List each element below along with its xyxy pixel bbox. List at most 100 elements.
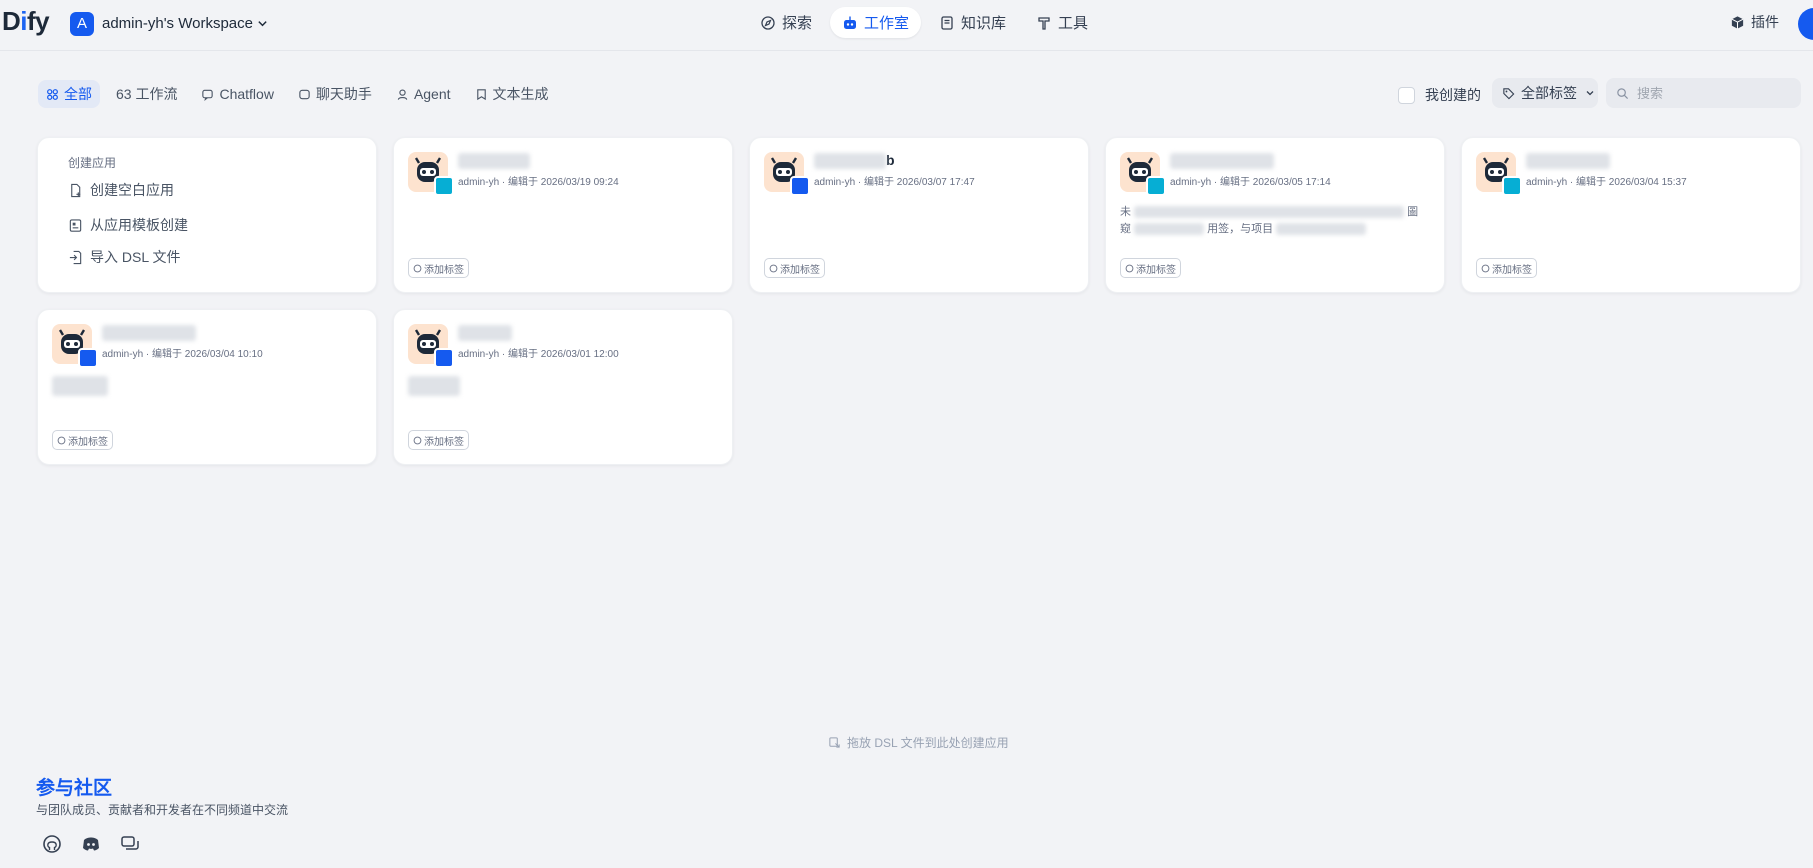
filter-tab-label: 全部 (64, 86, 92, 102)
filter-tab-chatbot[interactable]: 聊天助手 (290, 80, 380, 108)
github-icon[interactable] (42, 834, 62, 854)
nav-tab-label: 工作室 (864, 15, 910, 32)
plugin-button[interactable]: 插件 (1730, 12, 1779, 32)
create-from-template-button[interactable]: 从应用模板创建 (68, 215, 188, 235)
add-tag-button[interactable]: 添加标签 (52, 430, 113, 450)
nav-tab-tools[interactable]: 工具 (1024, 7, 1100, 38)
add-tag-button[interactable]: 添加标签 (1476, 258, 1537, 278)
filter-tab-completion[interactable]: 文本生成 (467, 80, 557, 108)
filter-tab-chatflow[interactable]: Chatflow (193, 80, 281, 108)
tag-icon (413, 264, 422, 272)
nav-tab-explore[interactable]: 探索 (748, 7, 824, 38)
app-meta: admin-yh · 编辑于 2026/03/19 09:24 (458, 177, 619, 188)
tag-icon (413, 436, 422, 444)
tag-icon (1503, 87, 1515, 99)
create-app-card: 创建应用 创建空白应用 从应用模板创建 导入 DSL 文件 (37, 137, 377, 293)
filter-tab-label: 文本生成 (492, 86, 549, 102)
app-name (458, 152, 530, 172)
import-dsl-button[interactable]: 导入 DSL 文件 (68, 247, 181, 267)
community-title: 参与社区 (36, 778, 113, 799)
tag-icon (1481, 264, 1490, 272)
cube-icon (1731, 15, 1744, 29)
file-drop-icon (829, 737, 840, 748)
search-input[interactable] (1635, 84, 1789, 102)
search-box[interactable] (1606, 78, 1801, 108)
dsl-drop-hint: 拖放 DSL 文件到此处创建应用 (828, 734, 1009, 751)
hammer-icon (1038, 16, 1050, 30)
top-nav: Dify A admin-yh's Workspace 探索 工作室 知识库 工… (0, 0, 1813, 51)
workspace-name: admin-yh's Workspace (102, 15, 253, 32)
forum-icon[interactable] (120, 834, 140, 854)
created-by-me-checkbox[interactable] (1398, 86, 1415, 104)
grid-icon (47, 88, 58, 100)
tag-filter-select[interactable]: 全部标签 (1492, 78, 1598, 108)
logo-text-1: D (2, 6, 21, 36)
add-tag-button[interactable]: 添加标签 (764, 258, 825, 278)
plugin-label: 插件 (1751, 14, 1779, 30)
created-by-me-label: 我创建的 (1425, 87, 1481, 103)
app-name (102, 324, 196, 344)
tag-filter-label: 全部标签 (1521, 85, 1577, 101)
workflow-badge-icon (1146, 176, 1166, 196)
filter-tab-label: Agent (413, 86, 451, 102)
chat-square-icon (299, 89, 310, 99)
app-meta: admin-yh · 编辑于 2026/03/01 12:00 (458, 349, 619, 360)
nav-tab-knowledge[interactable]: 知识库 (927, 7, 1018, 38)
add-tag-label: 添加标签 (68, 436, 108, 448)
app-description (52, 376, 362, 396)
app-name (1170, 152, 1274, 172)
main-nav-tabs: 探索 工作室 知识库 工具 (748, 7, 1100, 38)
filter-tab-label: Chatflow (219, 86, 274, 102)
add-tag-label: 添加标签 (780, 264, 820, 276)
chat-badge-icon (434, 348, 454, 368)
created-by-me-toggle[interactable]: 我创建的 (1398, 85, 1481, 105)
add-tag-label: 添加标签 (424, 436, 464, 448)
create-blank-app-button[interactable]: 创建空白应用 (68, 180, 174, 200)
template-icon (69, 218, 82, 232)
add-tag-label: 添加标签 (1136, 264, 1176, 276)
robot-icon (844, 16, 857, 29)
app-card[interactable]: admin-yh · 编辑于 2026/03/01 12:00 添加标签 (393, 309, 733, 465)
add-tag-button[interactable]: 添加标签 (1120, 258, 1181, 278)
app-card[interactable]: admin-yh · 编辑于 2026/03/19 09:24 添加标签 (393, 137, 733, 293)
nav-tab-label: 探索 (782, 15, 813, 32)
avatar[interactable] (1798, 8, 1813, 40)
logo-text-2: i (20, 6, 28, 36)
filter-tab-all[interactable]: 全部 (38, 80, 100, 108)
app-card[interactable]: admin-yh · 编辑于 2026/03/05 17:14 未 圖 窥 用签… (1105, 137, 1445, 293)
dify-logo[interactable]: Dify (2, 6, 50, 37)
search-icon (1617, 87, 1629, 99)
tag-icon (1125, 264, 1134, 272)
app-meta: admin-yh · 编辑于 2026/03/04 15:37 (1526, 177, 1687, 188)
text-doc-icon (476, 88, 486, 100)
app-name: b (814, 152, 895, 172)
app-description (408, 376, 718, 396)
app-meta: admin-yh · 编辑于 2026/03/05 17:14 (1170, 177, 1331, 188)
agent-icon (397, 88, 408, 100)
app-description: 未 圖 窥 用签，与项目 (1120, 206, 1419, 236)
compass-icon (761, 15, 775, 30)
tag-icon (57, 436, 66, 444)
app-card[interactable]: b admin-yh · 编辑于 2026/03/07 17:47 添加标签 (749, 137, 1089, 293)
create-app-title: 创建应用 (68, 156, 117, 170)
app-card[interactable]: admin-yh · 编辑于 2026/03/04 10:10 添加标签 (37, 309, 377, 465)
discord-icon[interactable] (81, 834, 101, 854)
workspace-switcher[interactable]: A admin-yh's Workspace (70, 10, 268, 37)
app-name (1526, 152, 1610, 172)
logo-text-3: fy (27, 6, 50, 36)
nav-tab-studio[interactable]: 工作室 (830, 7, 922, 38)
dsl-drop-hint-text: 拖放 DSL 文件到此处创建应用 (847, 736, 1009, 750)
chevron-down-icon (1586, 91, 1594, 96)
filter-tab-workflow[interactable]: 63 工作流 (108, 80, 185, 108)
add-tag-button[interactable]: 添加标签 (408, 258, 469, 278)
app-meta: admin-yh · 编辑于 2026/03/07 17:47 (814, 177, 975, 188)
workspace-avatar: A (70, 11, 94, 36)
create-item-label: 创建空白应用 (90, 182, 174, 198)
add-tag-label: 添加标签 (1492, 264, 1532, 276)
chevron-down-icon (258, 21, 267, 27)
app-card[interactable]: admin-yh · 编辑于 2026/03/04 15:37 添加标签 (1461, 137, 1801, 293)
add-tag-button[interactable]: 添加标签 (408, 430, 469, 450)
filter-tab-agent[interactable]: Agent (388, 80, 459, 108)
workflow-badge-icon (1502, 176, 1522, 196)
app-name (458, 324, 512, 344)
